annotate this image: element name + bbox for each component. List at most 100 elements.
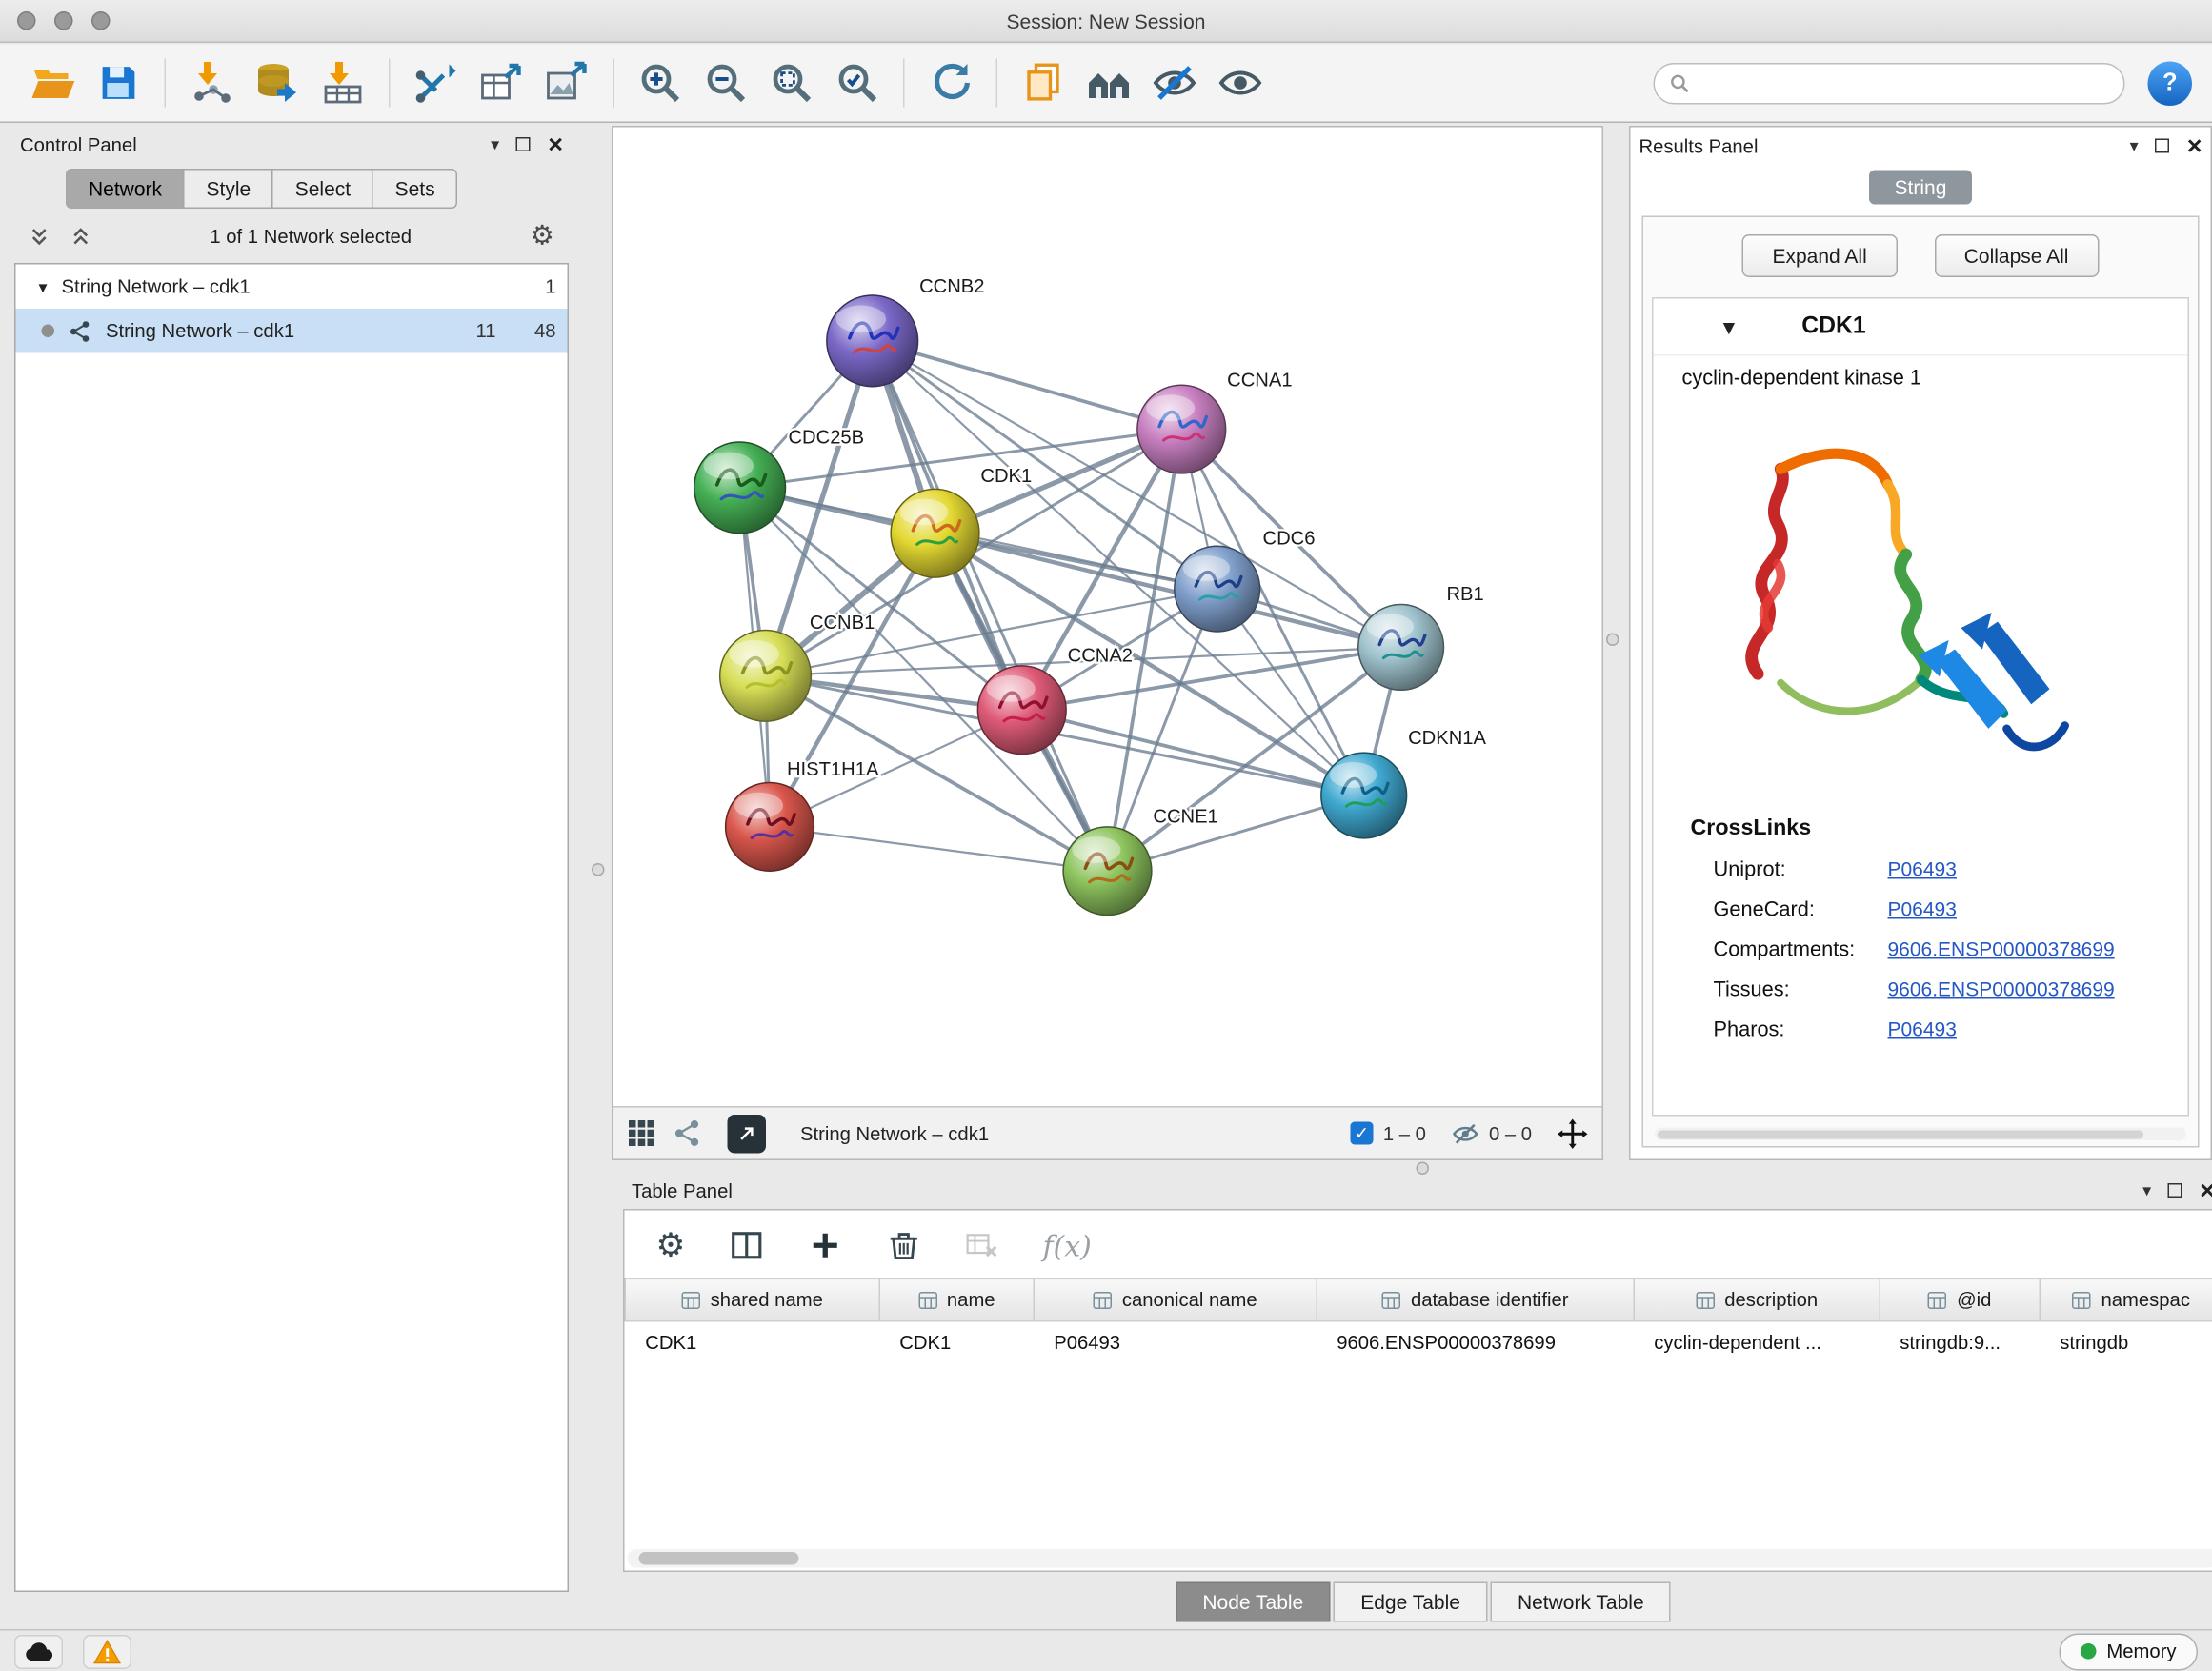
export-image-button[interactable] bbox=[534, 51, 600, 114]
zoom-in-button[interactable] bbox=[628, 51, 694, 114]
show-columns-icon[interactable] bbox=[728, 1228, 764, 1264]
search-input[interactable] bbox=[1699, 72, 2110, 94]
panel-close-icon[interactable]: × bbox=[2200, 1178, 2212, 1203]
warnings-button[interactable] bbox=[83, 1634, 131, 1668]
help-button[interactable]: ? bbox=[2148, 61, 2193, 106]
cell-shared-name[interactable]: CDK1 bbox=[625, 1321, 879, 1363]
tab-edge-table[interactable]: Edge Table bbox=[1334, 1582, 1488, 1622]
column-header-id[interactable]: @id bbox=[1880, 1278, 2040, 1321]
cell-canonical-name[interactable]: P06493 bbox=[1034, 1321, 1317, 1363]
network-canvas[interactable]: CCNB2CCNA1CDC25BCDK1CDC6RB1CCNB1CCNA2CDK… bbox=[613, 128, 1602, 1107]
column-header-description[interactable]: description bbox=[1634, 1278, 1880, 1321]
network-node-CDC6[interactable] bbox=[1175, 546, 1260, 632]
left-splitter-handle[interactable] bbox=[592, 863, 605, 876]
collapse-all-button[interactable]: Collapse All bbox=[1934, 234, 2099, 277]
external-link-button[interactable] bbox=[728, 1114, 767, 1153]
network-collection-row[interactable]: ▾ String Network – cdk1 1 bbox=[16, 265, 568, 310]
import-network-file-button[interactable] bbox=[179, 51, 245, 114]
save-session-button[interactable] bbox=[86, 51, 151, 114]
search-box[interactable] bbox=[1654, 62, 2125, 104]
network-node-HIST1H1A[interactable] bbox=[726, 782, 814, 871]
panel-close-icon[interactable]: × bbox=[2187, 133, 2202, 159]
string-tab-badge[interactable]: String bbox=[1869, 171, 1973, 205]
network-row-selected[interactable]: String Network – cdk1 11 48 bbox=[16, 309, 568, 353]
cell-database-identifier[interactable]: 9606.ENSP00000378699 bbox=[1317, 1321, 1634, 1363]
function-builder-icon[interactable]: f(x) bbox=[1042, 1228, 1091, 1262]
panel-collapse-icon[interactable]: ▾ bbox=[491, 136, 499, 153]
crosslink-link[interactable]: 9606.ENSP00000378699 bbox=[1888, 977, 2115, 1000]
memory-button[interactable]: Memory bbox=[2060, 1633, 2198, 1670]
column-header-database-identifier[interactable]: database identifier bbox=[1317, 1278, 1634, 1321]
column-header-name[interactable]: name bbox=[879, 1278, 1034, 1321]
pan-crosshair-icon[interactable] bbox=[1558, 1118, 1588, 1149]
zoom-selected-button[interactable] bbox=[825, 51, 891, 114]
network-node-CCNB1[interactable] bbox=[720, 630, 812, 721]
grid-view-icon[interactable] bbox=[628, 1119, 656, 1148]
show-graphics-details-button[interactable] bbox=[1208, 51, 1274, 114]
cell-namespace[interactable]: stringdb bbox=[2040, 1321, 2212, 1363]
column-header-shared-name[interactable]: shared name bbox=[625, 1278, 879, 1321]
network-node-RB1[interactable] bbox=[1358, 605, 1444, 691]
panel-float-icon[interactable] bbox=[2168, 1183, 2182, 1198]
birdseye-button[interactable] bbox=[1076, 51, 1142, 114]
network-node-CCNE1[interactable] bbox=[1063, 827, 1152, 916]
network-node-CCNA1[interactable] bbox=[1137, 385, 1226, 473]
tree-expander-icon[interactable]: ▾ bbox=[39, 276, 48, 296]
expand-all-icon[interactable] bbox=[70, 225, 92, 247]
zoom-out-button[interactable] bbox=[694, 51, 759, 114]
protein-entry-header[interactable]: ▼ CDK1 bbox=[1654, 299, 2188, 356]
crosslink-link[interactable]: P06493 bbox=[1888, 1017, 1957, 1040]
panel-float-icon[interactable] bbox=[2156, 139, 2170, 153]
crosslink-link[interactable]: P06493 bbox=[1888, 897, 1957, 920]
network-graph[interactable]: CCNB2CCNA1CDC25BCDK1CDC6RB1CCNB1CCNA2CDK… bbox=[613, 128, 1602, 1107]
network-node-CDK1[interactable] bbox=[891, 489, 979, 577]
open-session-button[interactable] bbox=[20, 51, 86, 114]
column-header-canonical-name[interactable]: canonical name bbox=[1034, 1278, 1317, 1321]
results-scrollbar[interactable] bbox=[1655, 1128, 2186, 1141]
panel-collapse-icon[interactable]: ▾ bbox=[2142, 1182, 2151, 1199]
add-column-icon[interactable] bbox=[807, 1228, 843, 1264]
panel-close-icon[interactable]: × bbox=[548, 131, 563, 157]
close-window-button[interactable] bbox=[17, 11, 36, 30]
tab-select[interactable]: Select bbox=[273, 169, 373, 209]
expand-all-button[interactable]: Expand All bbox=[1742, 234, 1897, 277]
network-node-CCNB2[interactable] bbox=[827, 295, 918, 387]
import-network-database-button[interactable] bbox=[245, 51, 311, 114]
network-node-CDC25B[interactable] bbox=[694, 442, 786, 534]
tab-node-table[interactable]: Node Table bbox=[1176, 1582, 1331, 1622]
copy-button[interactable] bbox=[1011, 51, 1076, 114]
tab-network[interactable]: Network bbox=[66, 169, 185, 209]
export-table-button[interactable] bbox=[469, 51, 534, 114]
table-row[interactable]: CDK1 CDK1 P06493 9606.ENSP00000378699 cy… bbox=[625, 1321, 2212, 1363]
network-node-CCNA2[interactable] bbox=[977, 666, 1066, 755]
panel-collapse-icon[interactable]: ▾ bbox=[2130, 137, 2139, 154]
selected-counts[interactable]: ✓ 1 – 0 bbox=[1350, 1122, 1426, 1145]
network-node-CDKN1A[interactable] bbox=[1321, 753, 1407, 838]
maximize-window-button[interactable] bbox=[91, 11, 111, 30]
crosslink-link[interactable]: P06493 bbox=[1888, 857, 1957, 880]
panel-float-icon[interactable] bbox=[516, 137, 531, 151]
right-splitter-handle[interactable] bbox=[1606, 634, 1619, 647]
hide-graphics-details-button[interactable] bbox=[1142, 51, 1208, 114]
cloud-button[interactable] bbox=[14, 1634, 63, 1668]
collapse-all-icon[interactable] bbox=[29, 225, 50, 247]
table-settings-gear-icon[interactable]: ⚙ bbox=[656, 1229, 686, 1262]
crosslink-link[interactable]: 9606.ENSP00000378699 bbox=[1888, 937, 2115, 960]
minimize-window-button[interactable] bbox=[54, 11, 73, 30]
tab-style[interactable]: Style bbox=[185, 169, 273, 209]
bottom-splitter-handle[interactable] bbox=[1417, 1162, 1430, 1176]
cell-description[interactable]: cyclin-dependent ... bbox=[1634, 1321, 1880, 1363]
network-overview-icon[interactable] bbox=[674, 1119, 702, 1148]
tab-network-table[interactable]: Network Table bbox=[1490, 1582, 1671, 1622]
network-from-selection-button[interactable] bbox=[403, 51, 469, 114]
gear-icon[interactable]: ⚙ bbox=[530, 222, 554, 250]
column-header-namespace[interactable]: namespac bbox=[2040, 1278, 2212, 1321]
zoom-fit-button[interactable] bbox=[759, 51, 825, 114]
hidden-counts[interactable]: 0 – 0 bbox=[1452, 1119, 1532, 1147]
delete-column-icon[interactable] bbox=[885, 1228, 921, 1264]
entry-expander-icon[interactable]: ▼ bbox=[1719, 315, 1739, 338]
table-horizontal-scrollbar[interactable] bbox=[628, 1549, 2212, 1568]
apply-layout-button[interactable] bbox=[917, 51, 983, 114]
cell-id[interactable]: stringdb:9... bbox=[1880, 1321, 2040, 1363]
import-table-button[interactable] bbox=[311, 51, 376, 114]
